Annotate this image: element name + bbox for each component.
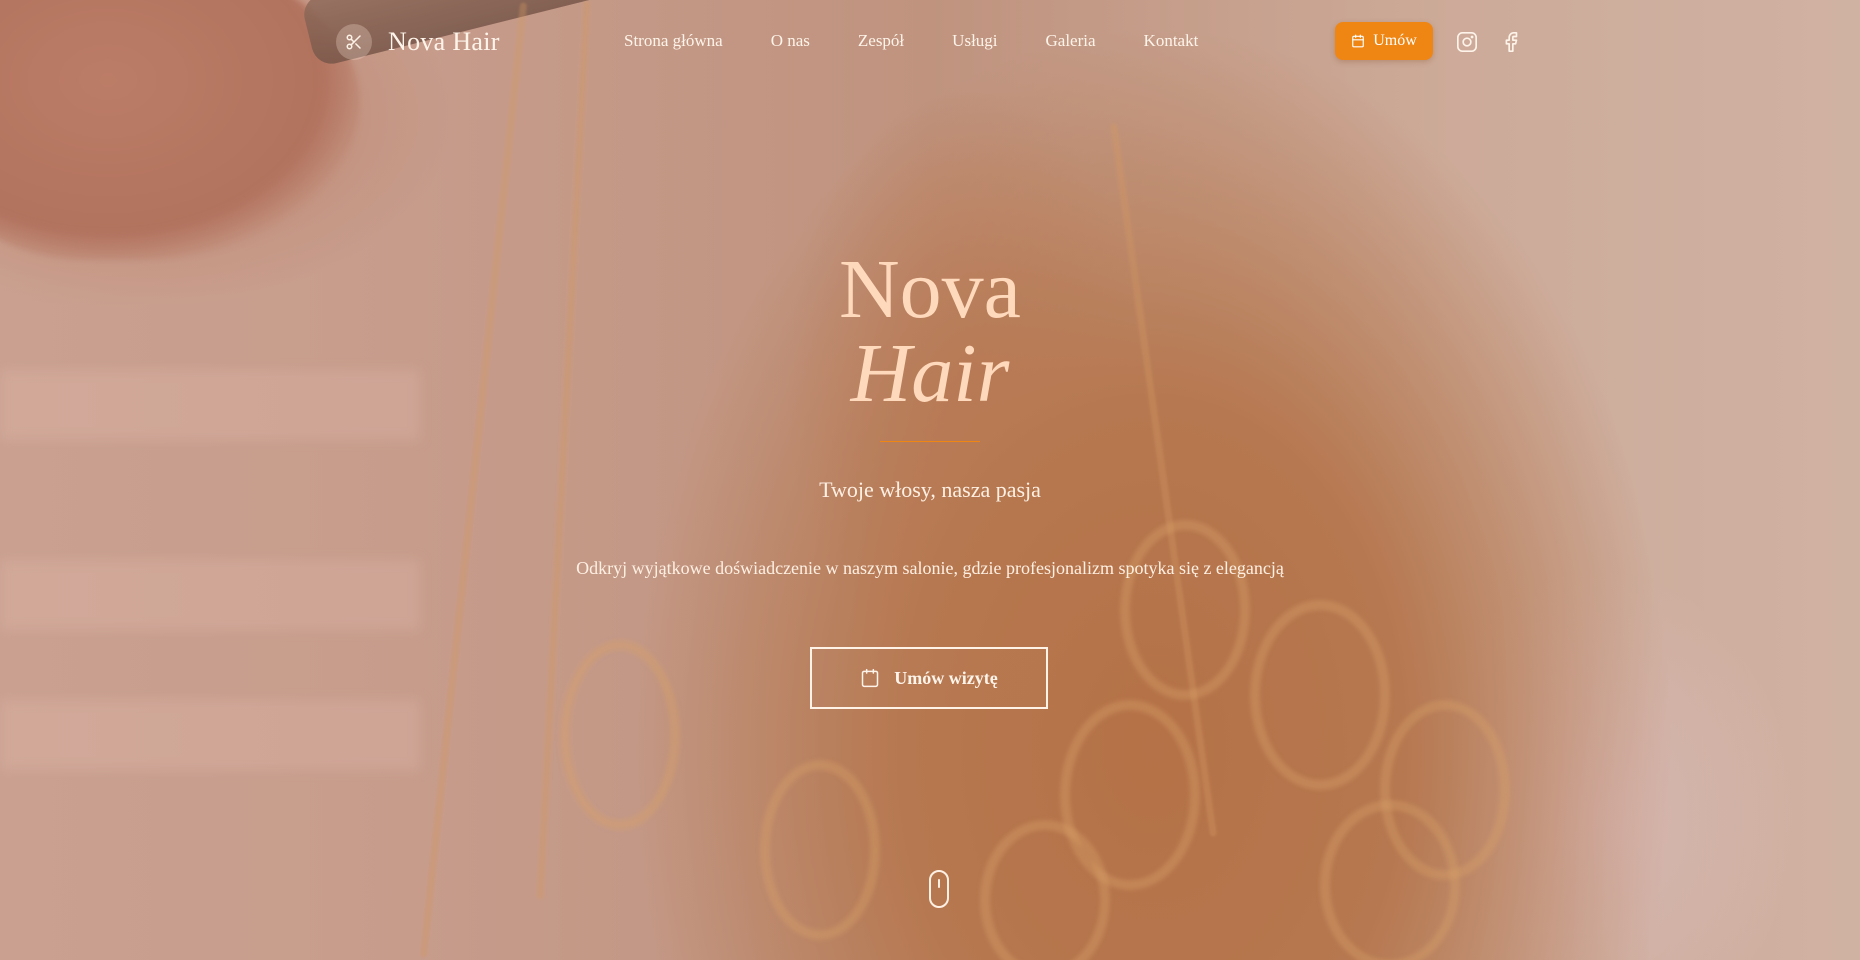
hero-title-line-2: Hair (850, 327, 1010, 420)
navbar: Nova Hair Strona główna O nas Zespół Usł… (0, 0, 1860, 84)
hero-title-line-1: Nova (839, 243, 1021, 336)
book-visit-button-label: Umów wizytę (894, 667, 998, 688)
brand-name: Nova Hair (388, 27, 500, 56)
scroll-down-indicator[interactable] (929, 870, 949, 908)
scissors-icon (336, 24, 372, 60)
scroll-wheel-dot (938, 879, 940, 888)
calendar-icon (860, 668, 880, 688)
book-button-label: Umów (1373, 32, 1417, 49)
hero-description: Odkryj wyjątkowe doświadczenie w naszym … (576, 558, 1284, 578)
instagram-icon[interactable] (1456, 31, 1478, 53)
book-visit-button[interactable]: Umów wizytę (810, 647, 1048, 709)
nav-link-home[interactable]: Strona główna (624, 31, 723, 51)
nav-link-contact[interactable]: Kontakt (1144, 31, 1199, 51)
nav-link-services[interactable]: Usługi (952, 31, 997, 51)
book-button[interactable]: Umów (1335, 22, 1433, 60)
nav-link-about[interactable]: O nas (771, 31, 810, 51)
title-divider (880, 441, 980, 442)
hero-title: Nova Hair (0, 248, 1860, 416)
nav-link-gallery[interactable]: Galeria (1046, 31, 1096, 51)
main-nav: Strona główna O nas Zespół Usługi Galeri… (624, 31, 1246, 51)
nav-link-team[interactable]: Zespół (858, 31, 904, 51)
hero-tagline: Twoje włosy, nasza pasja (819, 477, 1041, 502)
calendar-icon (1351, 34, 1365, 48)
brand-logo[interactable]: Nova Hair (336, 24, 500, 60)
facebook-icon[interactable] (1500, 31, 1522, 53)
